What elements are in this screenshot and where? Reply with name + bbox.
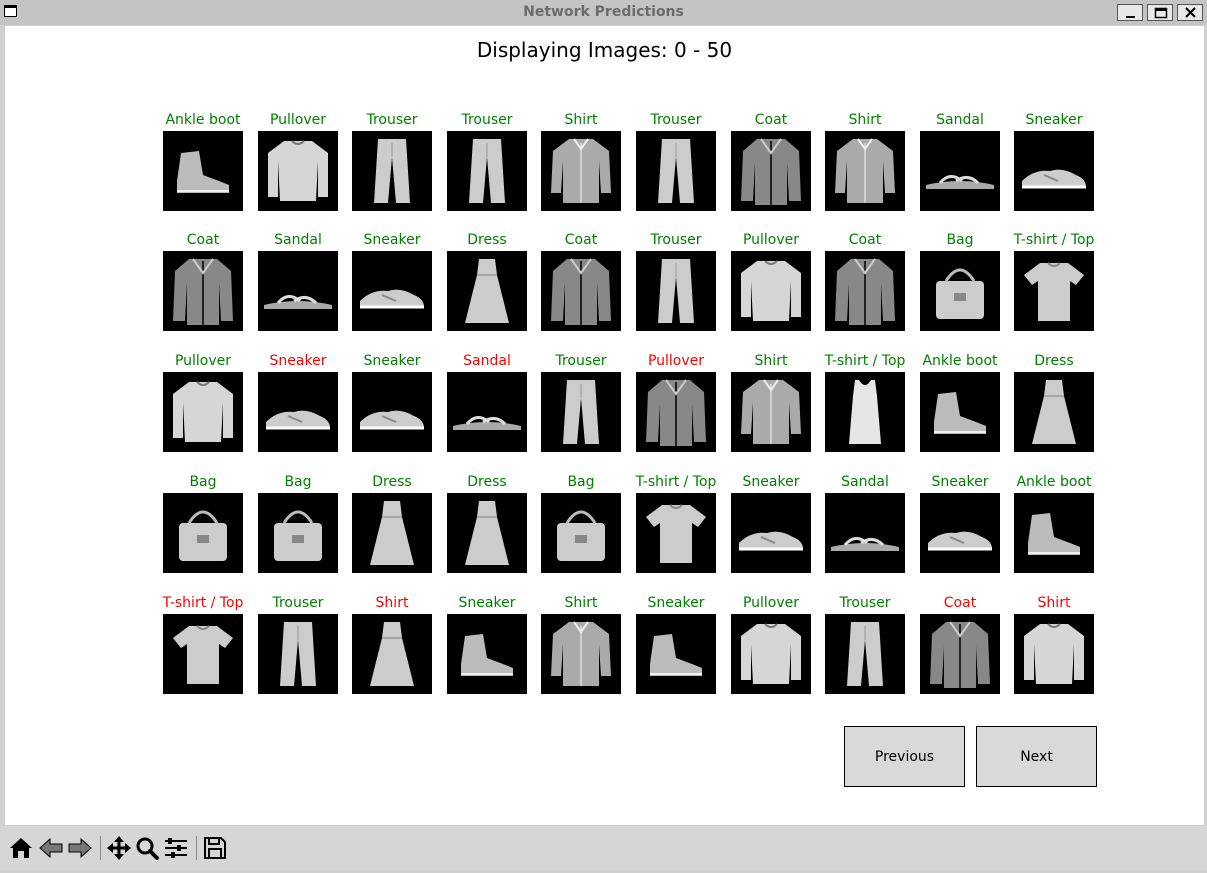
- clothing-image: [731, 614, 811, 694]
- clothing-image: [447, 372, 527, 452]
- save-button[interactable]: [201, 834, 229, 862]
- clothing-image: [447, 131, 527, 211]
- clothing-image: [258, 251, 338, 331]
- clothing-image: [163, 372, 243, 452]
- clothing-image: [352, 131, 432, 211]
- prediction-label: Sneaker: [1025, 112, 1083, 128]
- clothing-image: [163, 614, 243, 694]
- clothing-image: [920, 614, 1000, 694]
- clothing-image: [447, 251, 527, 331]
- back-icon: [39, 837, 63, 859]
- clothing-image: [541, 131, 621, 211]
- close-icon: [1185, 7, 1196, 18]
- clothing-image: [825, 251, 905, 331]
- maximize-button[interactable]: [1147, 4, 1173, 21]
- clothing-image: [1014, 131, 1094, 211]
- clothing-image: [1014, 372, 1094, 452]
- back-button[interactable]: [37, 834, 65, 862]
- forward-button[interactable]: [66, 834, 94, 862]
- clothing-image: [825, 131, 905, 211]
- clothing-image: [920, 251, 1000, 331]
- clothing-image: [825, 372, 905, 452]
- clothing-image: [258, 614, 338, 694]
- clothing-image: [825, 493, 905, 573]
- clothing-image: [1014, 493, 1094, 573]
- close-button[interactable]: [1177, 4, 1203, 21]
- clothing-image: [636, 131, 716, 211]
- minimize-icon: [1126, 16, 1135, 18]
- home-icon: [10, 838, 32, 858]
- clothing-image: [541, 493, 621, 573]
- clothing-image: [636, 493, 716, 573]
- next-button[interactable]: Next: [976, 726, 1097, 787]
- maximize-icon: [1154, 7, 1168, 19]
- clothing-image: [541, 614, 621, 694]
- configure-subplots-icon: [165, 838, 187, 858]
- figure-title: Displaying Images: 0 - 50: [476, 38, 733, 62]
- clothing-image: [352, 251, 432, 331]
- clothing-image: [636, 251, 716, 331]
- clothing-image: [163, 493, 243, 573]
- clothing-image: [731, 251, 811, 331]
- clothing-image: [920, 372, 1000, 452]
- clothing-image: [352, 493, 432, 573]
- pan-icon: [107, 836, 131, 860]
- clothing-image: [1014, 614, 1094, 694]
- clothing-image: [920, 493, 1000, 573]
- clothing-image: [258, 493, 338, 573]
- clothing-image: [731, 131, 811, 211]
- clothing-image: [447, 614, 527, 694]
- figure-canvas: Displaying Images: 0 - 50 Ankle boot Pull…: [5, 26, 1204, 825]
- clothing-image: [731, 372, 811, 452]
- clothing-image: [352, 372, 432, 452]
- toolbar-separator: [100, 836, 101, 860]
- clothing-image: [163, 251, 243, 331]
- prediction-label: Dress: [1034, 353, 1074, 369]
- minimize-button[interactable]: [1117, 4, 1143, 21]
- clothing-image: [731, 493, 811, 573]
- clothing-image: [1014, 251, 1094, 331]
- zoom-icon: [136, 837, 159, 860]
- clothing-image: [258, 372, 338, 452]
- window-title: Network Predictions: [523, 4, 684, 20]
- clothing-image: [636, 614, 716, 694]
- clothing-image: [825, 614, 905, 694]
- clothing-image: [636, 372, 716, 452]
- save-icon: [204, 837, 226, 859]
- clothing-image: [163, 131, 243, 211]
- clothing-image: [258, 131, 338, 211]
- clothing-image: [447, 493, 527, 573]
- clothing-image: [352, 614, 432, 694]
- toolbar-separator: [196, 836, 197, 860]
- clothing-image: [541, 251, 621, 331]
- clothing-image: [920, 131, 1000, 211]
- zoom-button[interactable]: [133, 834, 161, 862]
- clothing-image: [541, 372, 621, 452]
- home-button[interactable]: [7, 834, 35, 862]
- navigation-toolbar: [0, 826, 1207, 870]
- pan-button[interactable]: [105, 834, 133, 862]
- prediction-label: Ankle boot: [1016, 474, 1092, 490]
- title-bar: Network Predictions: [0, 0, 1207, 25]
- prediction-label: T-shirt / Top: [1013, 232, 1095, 248]
- previous-button[interactable]: Previous: [844, 726, 965, 787]
- forward-icon: [68, 837, 92, 859]
- configure-subplots-button[interactable]: [162, 834, 190, 862]
- prediction-label: Shirt: [1037, 595, 1071, 611]
